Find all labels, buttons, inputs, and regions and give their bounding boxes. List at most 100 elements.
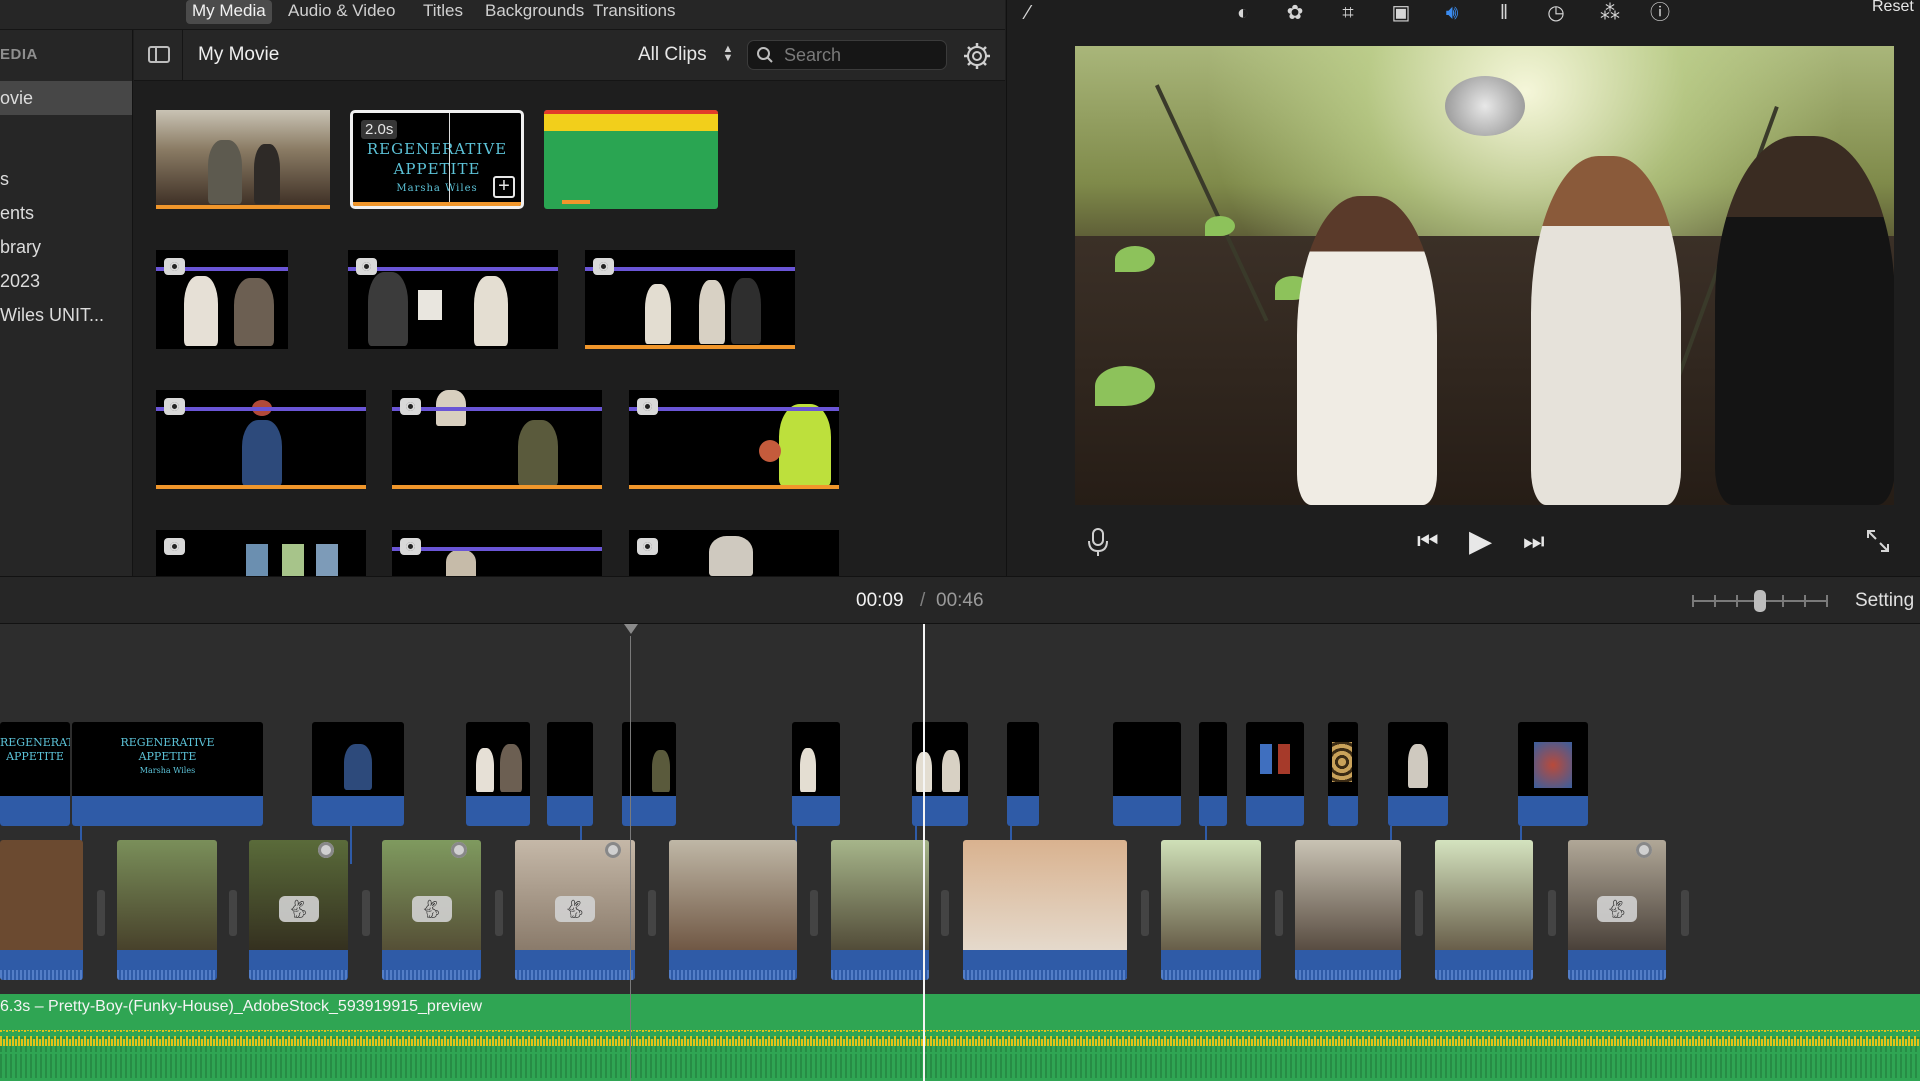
media-clip[interactable] xyxy=(156,110,330,209)
transition-handle[interactable] xyxy=(97,890,105,936)
sidebar-item-wiles-unit[interactable]: Wiles UNIT... xyxy=(0,298,132,332)
volume-icon[interactable]: 🔊︎ xyxy=(1439,1,1465,25)
fullscreen-icon[interactable] xyxy=(1865,528,1891,554)
photo-clip[interactable] xyxy=(156,250,288,349)
chevron-updown-icon[interactable]: ▲ ▼ xyxy=(722,44,734,65)
photo-clip[interactable] xyxy=(629,390,839,489)
speed-handle-icon[interactable] xyxy=(605,842,621,858)
timeline-settings-button[interactable]: Setting xyxy=(1855,590,1914,612)
transition-handle[interactable] xyxy=(1275,890,1283,936)
timeline[interactable]: REGENERATIVEAPPETITE REGENERATIVEAPPETIT… xyxy=(0,624,1920,1081)
storyline-clip[interactable]: 🐇︎ xyxy=(515,840,635,980)
connected-photo-clip[interactable] xyxy=(547,722,593,826)
skimmer-marker[interactable] xyxy=(624,624,638,634)
photo-clip[interactable] xyxy=(629,530,839,576)
crop-icon[interactable]: ⌗ xyxy=(1335,1,1361,25)
reset-button[interactable]: Reset xyxy=(1872,0,1914,16)
playhead[interactable] xyxy=(923,624,925,1081)
tab-backgrounds[interactable]: Backgrounds xyxy=(479,0,590,24)
tab-transitions[interactable]: Transitions xyxy=(587,0,682,24)
transition-handle[interactable] xyxy=(1681,890,1689,936)
storyline-clip[interactable]: 🐇︎ xyxy=(382,840,481,980)
photo-clip[interactable] xyxy=(392,530,602,576)
storyline-clip[interactable]: 🐇︎ xyxy=(1568,840,1666,980)
connected-photo-clip[interactable] xyxy=(466,722,530,826)
zoom-tick xyxy=(1736,595,1738,607)
storyline-clip[interactable] xyxy=(1295,840,1401,980)
connected-photo-clip[interactable] xyxy=(1246,722,1304,826)
equalizer-icon[interactable]: ‖ xyxy=(1491,1,1517,25)
skip-forward-icon[interactable]: ⏭︎ xyxy=(1523,527,1545,557)
clip-filter-dropdown[interactable]: All Clips xyxy=(638,44,707,66)
transition-handle[interactable] xyxy=(941,890,949,936)
storyline-clip[interactable] xyxy=(0,840,83,980)
video-preview[interactable] xyxy=(1075,46,1894,505)
search-field[interactable] xyxy=(747,40,947,70)
transition-handle[interactable] xyxy=(648,890,656,936)
tab-my-media[interactable]: My Media xyxy=(186,0,272,24)
connected-photo-clip[interactable] xyxy=(312,722,404,826)
color-balance-icon[interactable]: ◐ xyxy=(1230,1,1256,25)
storyline-clip[interactable] xyxy=(963,840,1127,980)
add-to-movie-button[interactable]: + xyxy=(493,176,515,198)
tab-audio-video[interactable]: Audio & Video xyxy=(282,0,401,24)
storyline-clip[interactable] xyxy=(1161,840,1261,980)
storyline-clip[interactable] xyxy=(1435,840,1533,980)
transition-handle[interactable] xyxy=(229,890,237,936)
connected-title-clip[interactable]: REGENERATIVEAPPETITE xyxy=(0,722,70,826)
magic-wand-icon[interactable]: ⁄ xyxy=(1015,1,1041,25)
connected-photo-clip[interactable] xyxy=(1007,722,1039,826)
connected-photo-clip[interactable] xyxy=(1199,722,1227,826)
skip-back-icon[interactable]: ⏮︎ xyxy=(1417,527,1439,557)
transition-handle[interactable] xyxy=(1141,890,1149,936)
info-icon[interactable]: ⓘ xyxy=(1647,1,1673,25)
connected-photo-clip[interactable] xyxy=(792,722,840,826)
connected-photo-clip[interactable] xyxy=(1328,722,1358,826)
connected-photo-clip[interactable] xyxy=(1388,722,1448,826)
sidebar-item-events[interactable]: ents xyxy=(0,196,132,230)
microphone-icon[interactable] xyxy=(1087,527,1109,557)
color-palette-icon[interactable]: ✿ xyxy=(1282,1,1308,25)
play-icon[interactable]: ▶ xyxy=(1469,527,1492,557)
gear-icon[interactable] xyxy=(963,42,991,70)
sidebar-toggle-icon[interactable] xyxy=(148,46,170,63)
storyline-clip[interactable] xyxy=(117,840,217,980)
speed-handle-icon[interactable] xyxy=(318,842,334,858)
preview-leaf xyxy=(1115,246,1155,272)
sidebar-item-project[interactable]: ovie xyxy=(0,81,132,115)
photo-clip[interactable] xyxy=(156,390,366,489)
transition-handle[interactable] xyxy=(1548,890,1556,936)
sidebar-item-2023[interactable]: 2023 xyxy=(0,264,132,298)
transition-handle[interactable] xyxy=(1415,890,1423,936)
sidebar-item-library[interactable]: brary xyxy=(0,230,132,264)
zoom-slider-knob[interactable] xyxy=(1754,590,1766,612)
stabilization-icon[interactable]: ▣ xyxy=(1388,1,1414,25)
clip-figure xyxy=(652,750,670,792)
transition-handle[interactable] xyxy=(810,890,818,936)
filter-icon[interactable]: ⁂ xyxy=(1597,1,1623,25)
tab-titles[interactable]: Titles xyxy=(417,0,469,24)
title-clip-selected[interactable]: REGENERATIVE APPETITE Marsha Wiles 2.0s … xyxy=(350,110,524,209)
title-line: APPETITE xyxy=(138,750,197,763)
storyline-clip[interactable] xyxy=(669,840,797,980)
connected-photo-clip[interactable] xyxy=(912,722,968,826)
photo-clip[interactable] xyxy=(585,250,795,349)
connected-photo-clip[interactable] xyxy=(1518,722,1588,826)
background-music-clip[interactable]: 6.3s – Pretty-Boy-(Funky-House)_AdobeSto… xyxy=(0,994,1920,1081)
speed-handle-icon[interactable] xyxy=(1636,842,1652,858)
storyline-clip[interactable] xyxy=(831,840,929,980)
photo-clip[interactable] xyxy=(392,390,602,489)
color-background-clip[interactable] xyxy=(544,110,718,209)
connected-title-clip[interactable]: REGENERATIVE APPETITE Marsha Wiles xyxy=(72,722,263,826)
speed-icon[interactable]: ◷ xyxy=(1543,1,1569,25)
search-input[interactable] xyxy=(784,44,934,66)
clip-figure xyxy=(344,744,372,790)
connected-photo-clip[interactable] xyxy=(1113,722,1181,826)
speed-handle-icon[interactable] xyxy=(451,842,467,858)
transition-handle[interactable] xyxy=(495,890,503,936)
photo-clip[interactable] xyxy=(348,250,558,349)
sidebar-item-1[interactable]: s xyxy=(0,162,132,196)
storyline-clip[interactable]: 🐇︎ xyxy=(249,840,348,980)
transition-handle[interactable] xyxy=(362,890,370,936)
photo-clip[interactable] xyxy=(156,530,366,576)
